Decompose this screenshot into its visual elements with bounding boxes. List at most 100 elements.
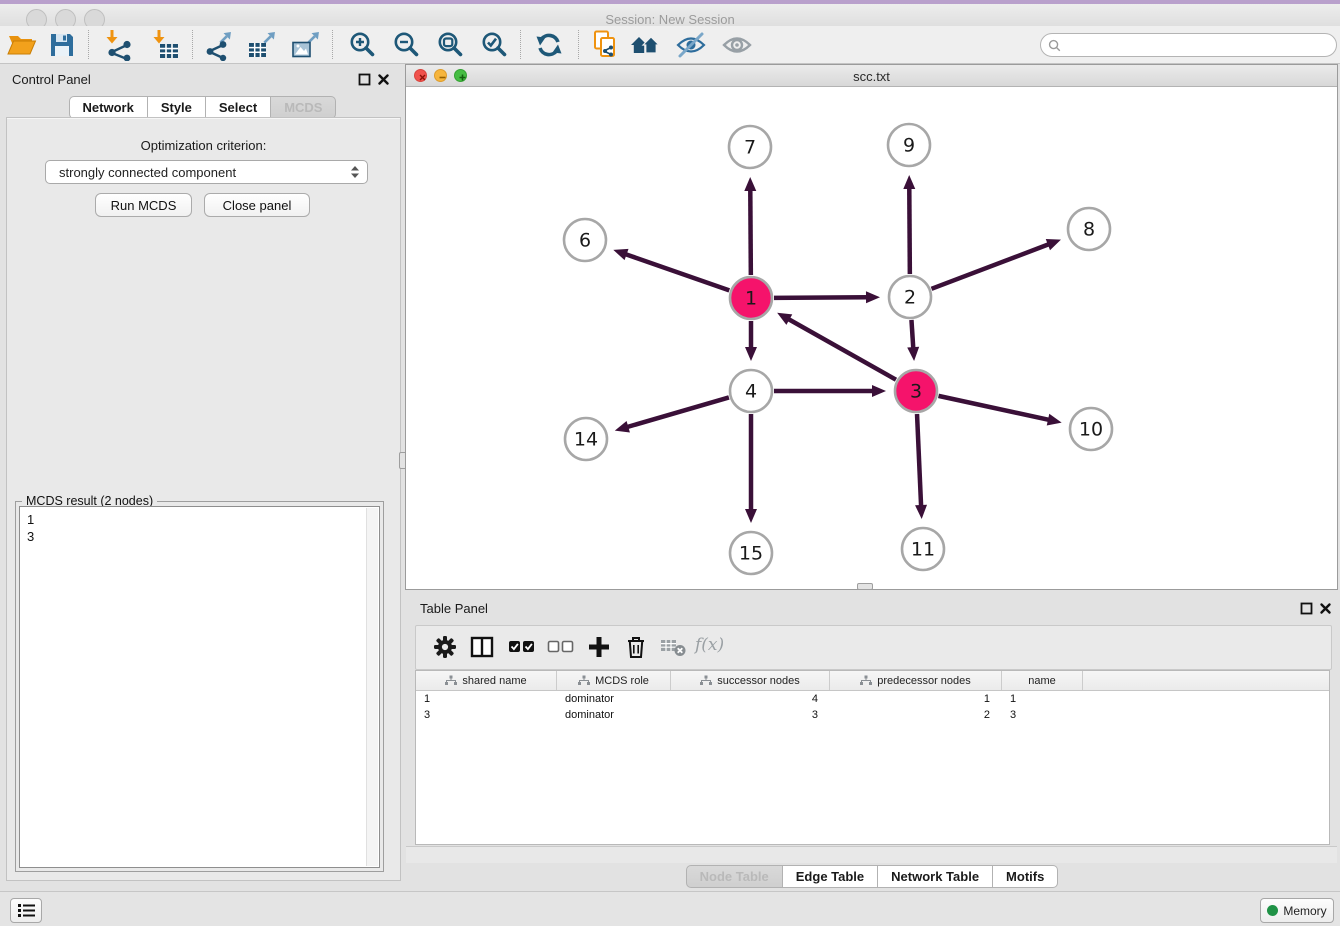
double-home-icon[interactable] xyxy=(630,29,662,61)
memory-button[interactable]: Memory xyxy=(1260,898,1334,923)
arrowhead-icon xyxy=(903,175,915,189)
tab-mcds[interactable]: MCDS xyxy=(271,96,336,119)
search-field[interactable] xyxy=(1040,33,1337,57)
table-header-row: shared nameMCDS rolesuccessor nodesprede… xyxy=(416,671,1329,691)
graph-node-4[interactable]: 4 xyxy=(730,370,772,412)
toolbar-separator xyxy=(192,30,193,59)
open-folder-icon[interactable] xyxy=(6,29,38,61)
result-scrollbar[interactable] xyxy=(366,508,378,866)
graph-edge-1-2[interactable] xyxy=(774,291,880,303)
birdseye-view-icon[interactable] xyxy=(721,29,753,61)
import-table-icon[interactable] xyxy=(149,29,181,61)
graph-node-label: 9 xyxy=(903,135,915,157)
arrowhead-icon xyxy=(615,421,630,433)
graph-edge-2-9[interactable] xyxy=(903,175,915,274)
tab-select[interactable]: Select xyxy=(206,96,271,119)
close-panel-icon[interactable] xyxy=(377,73,390,86)
column-header-predecessor-nodes[interactable]: predecessor nodes xyxy=(830,671,1002,690)
table-cell: 3 xyxy=(1002,709,1083,721)
graph-node-15[interactable]: 15 xyxy=(730,532,772,574)
horizontal-splitter-handle[interactable] xyxy=(857,583,873,590)
graph-edge-2-3[interactable] xyxy=(907,320,919,361)
criterion-dropdown[interactable]: strongly connected component xyxy=(45,160,368,184)
eye-slash-icon[interactable] xyxy=(675,29,707,61)
control-panel-tabs: NetworkStyleSelectMCDS xyxy=(0,96,405,119)
arrowhead-icon xyxy=(613,249,628,260)
export-table-icon[interactable] xyxy=(246,29,278,61)
zoom-in-icon[interactable] xyxy=(346,29,378,61)
graph-node-label: 1 xyxy=(745,288,757,310)
delete-table-icon[interactable] xyxy=(660,634,687,660)
clone-network-view-icon[interactable] xyxy=(589,29,621,61)
window-title: Session: New Session xyxy=(0,12,1340,27)
graph-edge-1-6[interactable] xyxy=(613,249,729,291)
graph-edge-4-15[interactable] xyxy=(745,414,757,523)
close-panel-button[interactable]: Close panel xyxy=(204,193,310,217)
graph-edge-4-3[interactable] xyxy=(774,385,886,397)
toolbar-separator xyxy=(520,30,521,59)
graph-edge-3-10[interactable] xyxy=(938,396,1061,426)
trash-icon[interactable] xyxy=(623,634,649,660)
graph-node-9[interactable]: 9 xyxy=(888,124,930,166)
graph-node-label: 11 xyxy=(911,539,935,561)
run-mcds-button[interactable]: Run MCDS xyxy=(95,193,192,217)
graph-node-14[interactable]: 14 xyxy=(565,418,607,460)
graph-node-1[interactable]: 1 xyxy=(730,277,772,319)
toggle-columns-icon[interactable] xyxy=(469,634,495,660)
graph-node-11[interactable]: 11 xyxy=(902,528,944,570)
graph-node-6[interactable]: 6 xyxy=(564,219,606,261)
table-row[interactable]: 3dominator323 xyxy=(416,707,1329,723)
table-toolbar: f(x) xyxy=(415,625,1332,670)
column-header-name[interactable]: name xyxy=(1002,671,1083,690)
graph-edge-3-11[interactable] xyxy=(915,414,927,519)
zoom-selected-icon[interactable] xyxy=(478,29,510,61)
zoom-fit-icon[interactable] xyxy=(434,29,466,61)
memory-status-dot xyxy=(1267,905,1278,916)
float-panel-icon[interactable] xyxy=(1300,602,1313,615)
graph-edge-1-4[interactable] xyxy=(745,321,757,361)
graph-node-7[interactable]: 7 xyxy=(729,126,771,168)
unchecked-boxes-icon[interactable] xyxy=(547,634,574,660)
tab-network-table[interactable]: Network Table xyxy=(878,865,993,888)
task-history-button[interactable] xyxy=(10,898,42,923)
column-header-MCDS-role[interactable]: MCDS role xyxy=(557,671,671,690)
close-panel-icon[interactable] xyxy=(1319,602,1332,615)
graph-edge-3-1[interactable] xyxy=(777,313,896,380)
graph-node-8[interactable]: 8 xyxy=(1068,208,1110,250)
column-header-shared-name[interactable]: shared name xyxy=(416,671,557,690)
network-window-titlebar[interactable]: scc.txt xyxy=(406,65,1337,87)
graph-edge-4-14[interactable] xyxy=(615,397,729,432)
graph-edge-2-8[interactable] xyxy=(932,239,1061,289)
graph-node-label: 10 xyxy=(1079,419,1103,441)
export-network-icon[interactable] xyxy=(203,29,235,61)
toolbar-separator xyxy=(578,30,579,59)
table-cell: 1 xyxy=(416,693,557,705)
zoom-out-icon[interactable] xyxy=(390,29,422,61)
network-graph-canvas[interactable]: 7 9 6 8 1 2 4 3 14 10 15 11 xyxy=(406,87,1337,589)
graph-node-label: 14 xyxy=(574,429,598,451)
graph-node-3[interactable]: 3 xyxy=(895,370,937,412)
plus-icon[interactable] xyxy=(586,634,612,660)
graph-node-2[interactable]: 2 xyxy=(889,276,931,318)
float-panel-icon[interactable] xyxy=(358,73,371,86)
column-type-icon xyxy=(578,675,590,686)
graph-node-10[interactable]: 10 xyxy=(1070,408,1112,450)
graph-edge-1-7[interactable] xyxy=(744,177,756,275)
search-input[interactable] xyxy=(1065,37,1336,53)
checked-boxes-icon[interactable] xyxy=(508,634,535,660)
table-row[interactable]: 1dominator411 xyxy=(416,691,1329,707)
refresh-icon[interactable] xyxy=(533,29,565,61)
export-image-icon[interactable] xyxy=(290,29,322,61)
tab-node-table[interactable]: Node Table xyxy=(686,865,783,888)
tab-network[interactable]: Network xyxy=(69,96,148,119)
toolbar-separator xyxy=(332,30,333,59)
tab-edge-table[interactable]: Edge Table xyxy=(783,865,878,888)
tab-motifs[interactable]: Motifs xyxy=(993,865,1058,888)
gear-icon[interactable] xyxy=(432,634,458,660)
save-icon[interactable] xyxy=(46,29,78,61)
network-view-window: scc.txt 7 9 6 8 1 2 4 3 14 10 15 11 xyxy=(405,64,1338,590)
import-network-icon[interactable] xyxy=(102,29,134,61)
tab-style[interactable]: Style xyxy=(148,96,206,119)
column-header-successor-nodes[interactable]: successor nodes xyxy=(671,671,830,690)
mcds-result-textarea[interactable]: 1 3 xyxy=(19,506,380,868)
